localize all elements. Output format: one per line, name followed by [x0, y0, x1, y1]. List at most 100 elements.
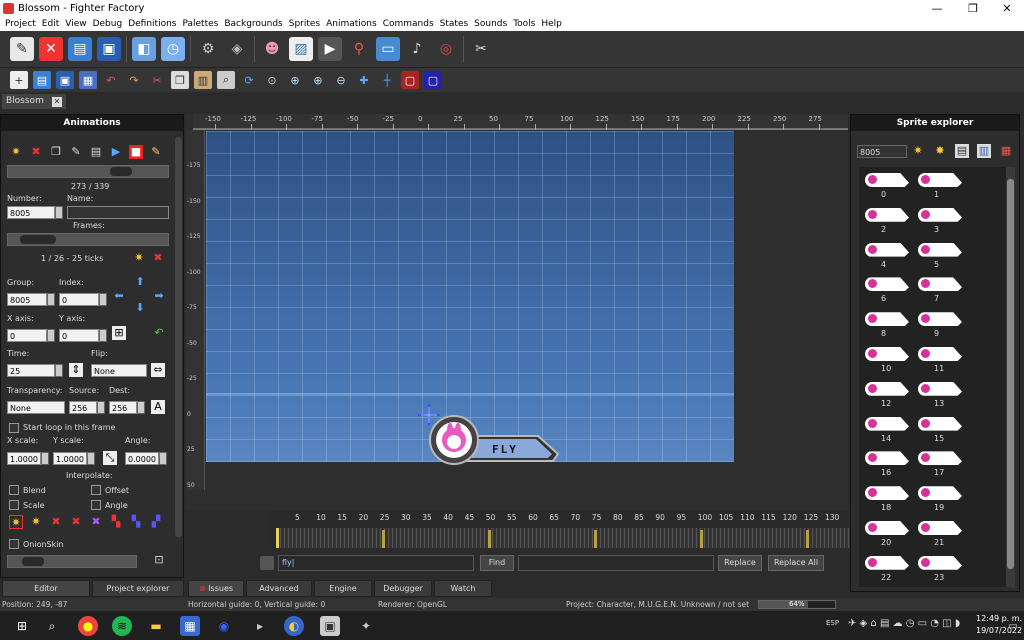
- find-input[interactable]: fly|: [278, 555, 474, 571]
- joystick-icon[interactable]: ⚲: [347, 37, 371, 61]
- tab-editor[interactable]: Editor: [2, 580, 90, 597]
- sprite-thumbnail[interactable]: 12: [865, 381, 909, 412]
- menu-edit[interactable]: Edit: [39, 19, 62, 29]
- help-lifebuoy-icon[interactable]: ◎: [434, 37, 458, 61]
- undo-icon[interactable]: ↶: [102, 71, 120, 89]
- sprite-thumbnail[interactable]: 18: [865, 486, 909, 516]
- chrome-icon[interactable]: ●: [78, 616, 98, 636]
- tab-project-explorer[interactable]: Project explorer: [92, 580, 184, 597]
- app-icon[interactable]: ▸: [250, 616, 270, 636]
- start-loop-checkbox[interactable]: [9, 423, 19, 433]
- angle-input[interactable]: 0.0000: [125, 452, 159, 465]
- transparency-icon[interactable]: A: [151, 400, 165, 414]
- palette-icon[interactable]: ◈: [225, 37, 249, 61]
- move-right-icon[interactable]: ➡: [152, 289, 166, 303]
- background-image-icon[interactable]: ▨: [289, 37, 313, 61]
- add-sprites-icon[interactable]: ✸: [933, 144, 947, 158]
- zoom-icon[interactable]: ⊕: [286, 71, 304, 89]
- menu-debug[interactable]: Debug: [90, 19, 126, 29]
- clsn-all-icon[interactable]: ▞: [149, 515, 163, 529]
- animation-scroll-thumb[interactable]: [110, 167, 132, 176]
- sprite-thumbnail[interactable]: 1: [918, 173, 962, 203]
- app-icon[interactable]: ◉: [214, 616, 234, 636]
- timeline-playhead[interactable]: [276, 528, 279, 548]
- new-icon[interactable]: +: [10, 71, 28, 89]
- search-icon[interactable]: ⌕: [42, 616, 62, 636]
- collision-box-blue-icon[interactable]: ▢: [424, 71, 442, 89]
- file-explorer-icon[interactable]: ▬: [146, 616, 166, 636]
- app-grid-icon[interactable]: ▦: [180, 616, 200, 636]
- menu-commands[interactable]: Commands: [380, 19, 437, 29]
- sprite-thumbnail[interactable]: 13: [918, 381, 962, 412]
- sprite-thumbnail[interactable]: 8: [865, 312, 909, 342]
- language-indicator[interactable]: ESP: [826, 619, 839, 627]
- states-window-icon[interactable]: ▭: [376, 37, 400, 61]
- edit-animation-icon[interactable]: ✎: [69, 145, 83, 159]
- onionskin-scrollbar[interactable]: [7, 555, 137, 568]
- offset-checkbox[interactable]: [91, 485, 101, 495]
- edit-frame-icon[interactable]: ✎: [149, 145, 163, 159]
- menu-sounds[interactable]: Sounds: [471, 19, 510, 29]
- save-icon[interactable]: ▣: [56, 71, 74, 89]
- x-axis-input[interactable]: 0: [7, 329, 47, 342]
- animations-film-icon[interactable]: ▶: [318, 37, 342, 61]
- find-icon[interactable]: ⌕: [217, 71, 235, 89]
- spotify-icon[interactable]: ≋: [112, 616, 132, 636]
- app-icon[interactable]: ✦: [356, 616, 376, 636]
- film-icon[interactable]: ▤: [89, 145, 103, 159]
- sprite-scroll-thumb[interactable]: [1007, 179, 1014, 569]
- frames-scroll-thumb[interactable]: [20, 235, 56, 244]
- save-project-icon[interactable]: ▣: [97, 37, 121, 61]
- group-spinner[interactable]: [47, 293, 55, 306]
- add-frame-icon[interactable]: ✷: [132, 251, 146, 265]
- time-spinner[interactable]: [55, 364, 63, 377]
- sprite-thumbnail[interactable]: 21: [918, 521, 962, 551]
- flip-select[interactable]: None: [91, 364, 147, 377]
- source-input[interactable]: 256: [69, 401, 97, 414]
- app-icon[interactable]: ◐: [284, 616, 304, 636]
- redo-icon[interactable]: ↷: [125, 71, 143, 89]
- delete-animation-icon[interactable]: ✖: [29, 145, 43, 159]
- tab-watch[interactable]: Watch: [434, 580, 492, 597]
- close-project-icon[interactable]: ✕: [39, 37, 63, 61]
- sprite-thumbnail[interactable]: 22: [865, 555, 909, 586]
- timeline-frame-marker[interactable]: [382, 530, 385, 548]
- time-input[interactable]: 25: [7, 364, 55, 377]
- tray-icons[interactable]: ✈ ◈ ⌂ ▤ ☁ ◷ ▭ ◔ ◫ ◗: [848, 618, 960, 629]
- y-axis-spinner[interactable]: [99, 329, 107, 342]
- add-clsn2-icon[interactable]: ✷: [29, 515, 43, 529]
- x-scale-spinner[interactable]: [41, 452, 49, 465]
- menu-definitions[interactable]: Definitions: [125, 19, 179, 29]
- save-all-icon[interactable]: ▦: [79, 71, 97, 89]
- menu-backgrounds[interactable]: Backgrounds: [221, 19, 285, 29]
- move-left-icon[interactable]: ⬅: [112, 289, 126, 303]
- frames-scrollbar[interactable]: [7, 233, 169, 246]
- replace-input[interactable]: [518, 555, 714, 571]
- x-axis-spinner[interactable]: [47, 329, 55, 342]
- import-sprite-icon[interactable]: ▤: [955, 144, 969, 158]
- new-animation-icon[interactable]: ✷: [9, 145, 23, 159]
- open-project-icon[interactable]: ▤: [68, 37, 92, 61]
- move-down-icon[interactable]: ⬇: [133, 301, 147, 315]
- paste-icon[interactable]: ▥: [194, 71, 212, 89]
- cut-icon[interactable]: ✂: [148, 71, 166, 89]
- replace-button[interactable]: Replace: [718, 555, 762, 571]
- timeline-frame-marker[interactable]: [594, 530, 597, 548]
- file-history-icon[interactable]: ◷: [161, 37, 185, 61]
- time-toggle-icon[interactable]: ⇕: [69, 363, 83, 377]
- open-file-icon[interactable]: ◧: [132, 37, 156, 61]
- stop-icon[interactable]: ■: [129, 145, 143, 159]
- menu-states[interactable]: States: [437, 19, 472, 29]
- number-spinner[interactable]: [55, 206, 63, 219]
- tab-advanced-search[interactable]: Advanced Search: [246, 580, 312, 608]
- tools-wrench-icon[interactable]: ✂: [469, 37, 493, 61]
- sprite-thumbnail[interactable]: 9: [918, 312, 962, 342]
- group-input[interactable]: 8005: [7, 293, 47, 306]
- sprite-thumbnail[interactable]: 15: [918, 416, 962, 447]
- copy-icon[interactable]: ❐: [171, 71, 189, 89]
- index-input[interactable]: 0: [59, 293, 99, 306]
- sprite-stage[interactable]: [206, 131, 734, 462]
- timeline-frame-marker[interactable]: [488, 530, 491, 548]
- clsn-copy-icon[interactable]: ▚: [109, 515, 123, 529]
- menu-animations[interactable]: Animations: [323, 19, 380, 29]
